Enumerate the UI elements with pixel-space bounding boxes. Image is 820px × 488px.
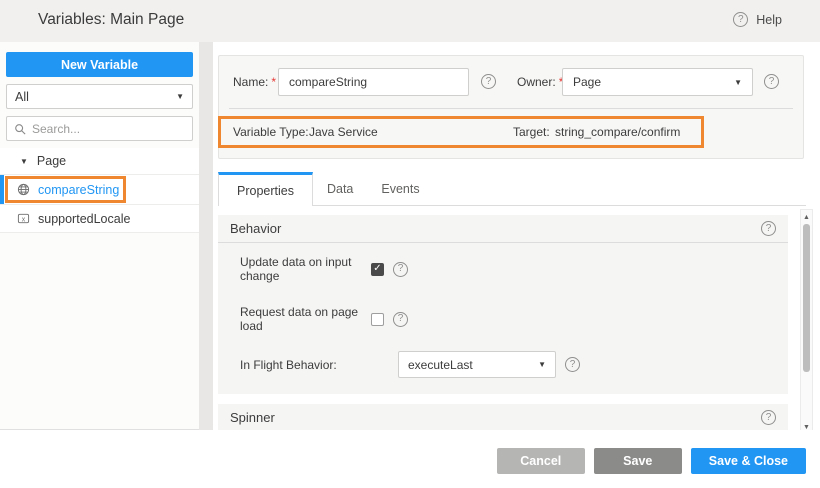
in-flight-value: executeLast — [408, 358, 473, 372]
tab-events[interactable]: Events — [367, 172, 433, 205]
scroll-up-icon[interactable]: ▲ — [801, 211, 812, 223]
tree-item-label: compareString — [38, 183, 119, 197]
owner-select[interactable]: Page ▼ — [562, 68, 753, 96]
properties-tab-content: Behavior ? Update data on input change ✓… — [218, 209, 788, 430]
chevron-expanded-icon[interactable]: ▼ — [20, 157, 28, 166]
help-icon: ? — [733, 12, 748, 27]
tree-root-label: Page — [37, 154, 66, 168]
new-variable-button[interactable]: New Variable — [6, 52, 193, 77]
annotation-box: Variable Type: Java Service Target: stri… — [218, 116, 704, 148]
help-label: Help — [756, 13, 782, 27]
variable-type-value: Java Service — [309, 125, 378, 139]
scroll-down-icon[interactable]: ▼ — [801, 421, 812, 430]
spinner-help-icon[interactable]: ? — [761, 410, 776, 425]
update-data-row: Update data on input change ✓ ? — [240, 255, 788, 283]
name-help-icon[interactable]: ? — [481, 74, 496, 89]
in-flight-select[interactable]: executeLast ▼ — [398, 351, 556, 378]
save-close-button[interactable]: Save & Close — [691, 448, 806, 474]
tree-item-supportedlocale[interactable]: x supportedLocale — [0, 205, 199, 233]
request-data-row: Request data on page load ✓ ? — [240, 305, 788, 333]
name-label: Name:* — [233, 75, 276, 89]
save-button[interactable]: Save — [594, 448, 682, 474]
tree-item-label: supportedLocale — [38, 212, 130, 226]
target-value: string_compare/confirm — [555, 125, 680, 139]
behavior-section-title: Behavior — [230, 221, 281, 236]
svg-text:x: x — [22, 216, 26, 223]
owner-value: Page — [573, 75, 601, 89]
update-data-help-icon[interactable]: ? — [393, 262, 408, 277]
tree-item-comparestring[interactable]: compareString — [0, 175, 199, 205]
caret-down-icon: ▼ — [734, 78, 742, 87]
request-data-help-icon[interactable]: ? — [393, 312, 408, 327]
required-marker: * — [271, 75, 276, 89]
behavior-section: Behavior ? Update data on input change ✓… — [218, 215, 788, 394]
help-link[interactable]: ? Help — [733, 12, 782, 27]
caret-down-icon: ▼ — [176, 92, 184, 101]
spinner-section-title: Spinner — [230, 410, 275, 425]
workspace: New Variable All ▼ ▼ Page — [0, 42, 820, 430]
variables-dialog: Variables: Main Page ? Help New Variable… — [0, 0, 820, 488]
dialog-header: Variables: Main Page ? Help — [0, 0, 820, 42]
variable-search — [6, 116, 193, 141]
search-input[interactable] — [32, 122, 185, 136]
scrollbar-thumb[interactable] — [803, 224, 810, 372]
variable-filter-select[interactable]: All ▼ — [6, 84, 193, 109]
page-title: Variables: Main Page — [38, 11, 184, 29]
name-field[interactable] — [278, 68, 469, 96]
dialog-footer: Cancel Save Save & Close — [0, 430, 820, 488]
cancel-button[interactable]: Cancel — [497, 448, 585, 474]
tab-properties[interactable]: Properties — [218, 172, 313, 206]
in-flight-row: In Flight Behavior: executeLast ▼ ? — [240, 351, 788, 378]
service-icon — [17, 183, 30, 196]
check-icon: ✓ — [373, 264, 381, 274]
vertical-scrollbar[interactable]: ▲ ▼ — [800, 209, 813, 430]
variable-icon: x — [17, 212, 30, 225]
detail-tabs: Properties Data Events — [218, 172, 806, 206]
variable-summary-card: Name:* ? Owner:* Page ▼ ? Variable Type:… — [218, 55, 804, 159]
in-flight-label: In Flight Behavior: — [240, 358, 398, 372]
tree-node-page[interactable]: ▼ Page — [0, 148, 199, 175]
update-data-checkbox[interactable]: ✓ — [371, 263, 384, 276]
search-icon — [14, 123, 26, 135]
owner-help-icon[interactable]: ? — [764, 74, 779, 89]
spinner-section: Spinner ? Spinner Context: Search Widget… — [218, 404, 788, 430]
divider — [229, 108, 793, 109]
variable-detail-panel: Name:* ? Owner:* Page ▼ ? Variable Type:… — [213, 42, 820, 430]
request-data-checkbox[interactable]: ✓ — [371, 313, 384, 326]
owner-label: Owner:* — [517, 75, 563, 89]
variables-sidebar: New Variable All ▼ ▼ Page — [0, 42, 199, 430]
variables-tree: ▼ Page compareString — [0, 148, 199, 233]
spinner-section-header: Spinner ? — [218, 404, 788, 430]
behavior-section-header: Behavior ? — [218, 215, 788, 243]
tab-data[interactable]: Data — [313, 172, 367, 205]
filter-value: All — [15, 90, 29, 104]
caret-down-icon: ▼ — [538, 360, 546, 369]
variable-type-label: Variable Type: — [233, 125, 309, 139]
behavior-help-icon[interactable]: ? — [761, 221, 776, 236]
request-data-label: Request data on page load — [240, 305, 371, 333]
target-label: Target: — [513, 125, 550, 139]
update-data-label: Update data on input change — [240, 255, 371, 283]
in-flight-help-icon[interactable]: ? — [565, 357, 580, 372]
